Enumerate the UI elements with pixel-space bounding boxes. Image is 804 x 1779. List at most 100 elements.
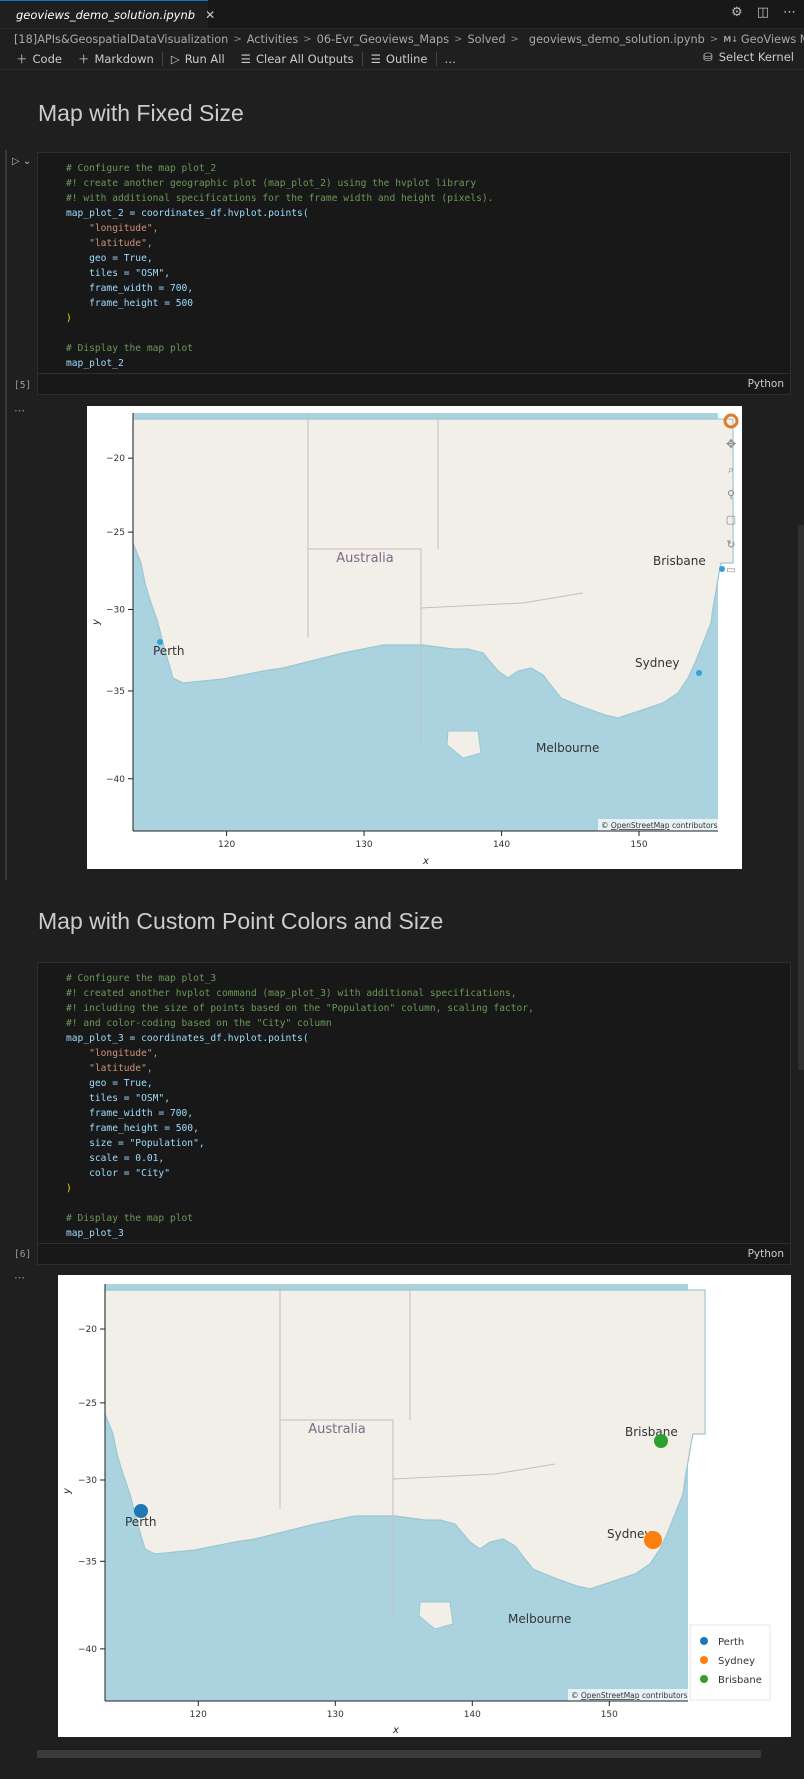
add-code-button[interactable]: ＋ Code (8, 51, 70, 67)
select-kernel-label: Select Kernel (718, 50, 794, 64)
editor-tab[interactable]: geoviews_demo_solution.ipynb ✕ (0, 0, 215, 28)
legend-label: Brisbane (718, 1675, 762, 1686)
add-markdown-button[interactable]: ＋ Markdown (70, 51, 162, 67)
code-line: "latitude", (66, 1063, 153, 1074)
code-line: frame_height = 500 (66, 298, 194, 309)
code-line: # Configure the map plot_2 (66, 163, 217, 174)
code-line: # Display the map plot (66, 343, 194, 354)
cell-language[interactable]: Python (748, 1244, 784, 1264)
code-line: tiles = "OSM", (66, 268, 170, 279)
box-zoom-icon[interactable]: ⌕ (728, 463, 734, 476)
x-tick-label: 120 (218, 840, 235, 850)
breadcrumb-item[interactable]: Solved (468, 33, 506, 46)
attribution-link[interactable]: OpenStreetMap (611, 821, 670, 830)
run-all-button[interactable]: ▷ Run All (163, 52, 233, 66)
code-line: "longitude", (66, 1048, 159, 1059)
data-point (696, 670, 702, 676)
legend: Perth Sydney Brisbane (689, 1624, 771, 1701)
map-frame: Australia Perth Brisbane Sydney Melbourn… (104, 1284, 706, 1701)
city-label-brisbane: Brisbane (625, 1425, 678, 1439)
code-line: #! and color-coding based on the "City" … (66, 1018, 332, 1029)
x-tick-label: 150 (630, 840, 647, 850)
breadcrumb-item[interactable]: Activities (247, 33, 299, 46)
breadcrumb-item[interactable]: GeoViews Maps Demo (741, 33, 804, 46)
chevron-right-icon: > (709, 33, 719, 45)
y-tick-label: −30 (78, 1476, 97, 1486)
breadcrumb-item[interactable]: [18]APIs&GeospatialDataVisualization (14, 33, 228, 46)
x-tick-label: 140 (464, 1710, 481, 1720)
x-axis-label: x (392, 1725, 399, 1736)
code-line: frame_width = 700, (66, 1108, 194, 1119)
plus-icon: ＋ (77, 51, 90, 66)
output-menu-icon[interactable]: ⋯ (14, 404, 25, 417)
notebook-toolbar: ＋ Code ＋ Markdown ▷ Run All ☰ Clear All Outp… (0, 48, 804, 70)
split-editor-icon[interactable]: ◫ (757, 5, 769, 20)
map-plot-3[interactable]: Australia Perth Brisbane Sydney Melbourn… (58, 1275, 791, 1737)
output-menu-icon[interactable]: ⋯ (14, 1271, 25, 1284)
data-point (157, 639, 163, 645)
y-axis-label: y (91, 618, 102, 626)
more-actions-icon[interactable]: ⋯ (783, 5, 796, 20)
code-cell-5[interactable]: # Configure the map plot_2 #! create ano… (37, 152, 791, 395)
code-editor[interactable]: # Configure the map plot_2 #! create ano… (66, 161, 493, 371)
run-all-label: Run All (184, 51, 225, 66)
add-markdown-label: Markdown (94, 51, 154, 66)
legend-label: Sydney (718, 1656, 755, 1667)
y-tick-label: −40 (106, 775, 125, 785)
cell-language[interactable]: Python (748, 374, 784, 394)
attribution-link[interactable]: OpenStreetMap (581, 1691, 640, 1700)
chevron-right-icon: > (510, 33, 519, 45)
y-tick-label: −25 (106, 528, 125, 538)
chevron-right-icon: > (233, 33, 242, 45)
y-tick-label: −40 (78, 1645, 97, 1655)
run-cell-icon[interactable]: ▷ ⌄ (12, 156, 31, 167)
markdown-heading: Map with Fixed Size (38, 100, 244, 126)
data-point (654, 1434, 668, 1448)
vertical-scrollbar[interactable] (798, 525, 804, 1070)
code-line: ) (66, 1183, 72, 1194)
gear-icon[interactable]: ⚙ (731, 5, 743, 20)
code-editor[interactable]: # Configure the map plot_3 #! created an… (66, 971, 534, 1241)
more-button[interactable]: … (437, 52, 465, 66)
breadcrumb-item[interactable]: geoviews_demo_solution.ipynb (529, 33, 705, 46)
x-tick-label: 130 (355, 840, 372, 850)
attribution-suffix: contributors (642, 1691, 688, 1700)
add-code-label: Code (32, 51, 62, 66)
close-icon[interactable]: ✕ (205, 8, 215, 22)
hover-icon[interactable]: ▭ (726, 565, 735, 576)
code-line: #! create another geographic plot (map_p… (66, 178, 477, 189)
reset-icon[interactable]: ↻ (726, 538, 735, 551)
select-kernel-button[interactable]: ⛁ Select Kernel (703, 50, 794, 64)
clear-outputs-label: Clear All Outputs (255, 51, 354, 66)
code-line: "longitude", (66, 223, 159, 234)
horizontal-scrollbar[interactable] (37, 1750, 761, 1758)
tab-bar: geoviews_demo_solution.ipynb ✕ ⚙ ◫ ⋯ (0, 0, 804, 29)
chevron-right-icon: > (454, 33, 463, 45)
y-tick-label: −25 (78, 1399, 97, 1409)
attribution-prefix: © (601, 821, 609, 830)
data-point (719, 566, 725, 572)
y-tick-label: −35 (78, 1557, 97, 1567)
attribution-suffix: contributors (672, 821, 718, 830)
execution-count: [5] (14, 380, 32, 391)
code-line: size = "Population", (66, 1138, 205, 1149)
y-tick-label: −35 (106, 687, 125, 697)
wheel-zoom-icon[interactable]: ⚲ (727, 488, 735, 501)
markdown-icon: M↓ (723, 34, 738, 44)
city-label-brisbane: Brisbane (653, 554, 706, 568)
code-line: color = "City" (66, 1168, 170, 1179)
cell-footer-divider (38, 1243, 790, 1244)
code-cell-6[interactable]: # Configure the map plot_3 #! created an… (37, 962, 791, 1265)
code-line: # Configure the map plot_3 (66, 973, 217, 984)
code-line: frame_width = 700, (66, 283, 194, 294)
breadcrumb-item[interactable]: 06-Evr_Geoviews_Maps (317, 33, 449, 46)
pan-icon[interactable]: ✥ (726, 437, 736, 451)
map-plot-2[interactable]: Australia Perth Brisbane Sydney Melbourn… (87, 406, 742, 869)
save-icon[interactable]: ▢ (726, 513, 736, 526)
x-axis-label: x (422, 856, 429, 867)
code-line: ) (66, 313, 72, 324)
outline-button[interactable]: ☰ Outline (363, 52, 436, 66)
code-line: map_plot_3 = coordinates_df.hvplot.point… (66, 1033, 309, 1044)
code-line: tiles = "OSM", (66, 1093, 170, 1104)
clear-outputs-button[interactable]: ☰ Clear All Outputs (233, 52, 362, 66)
